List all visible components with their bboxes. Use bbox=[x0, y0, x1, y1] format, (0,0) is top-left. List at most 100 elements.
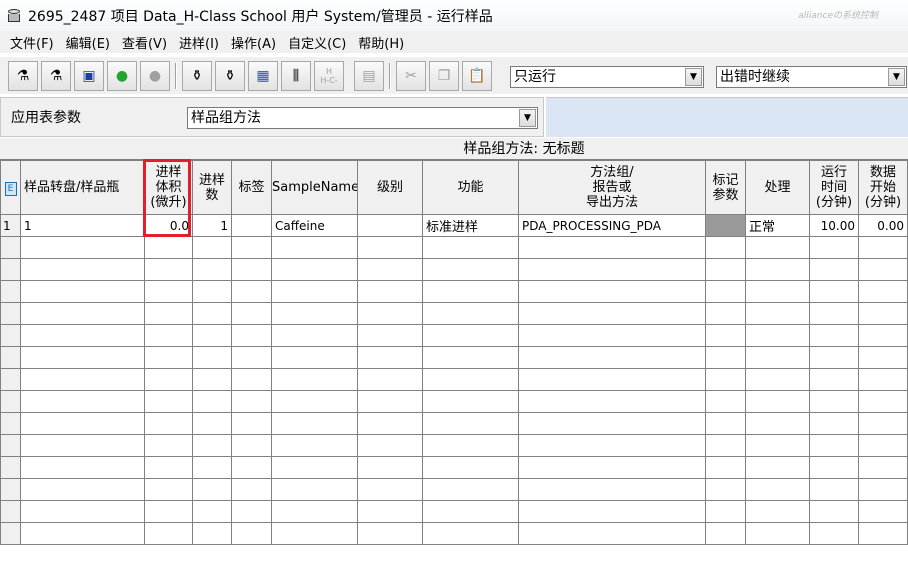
grid-cell[interactable] bbox=[422, 390, 519, 413]
grid-cell[interactable] bbox=[192, 346, 232, 369]
row-index[interactable] bbox=[0, 456, 21, 479]
grid-cell[interactable] bbox=[357, 346, 423, 369]
grid-cell[interactable] bbox=[20, 390, 145, 413]
table-row[interactable] bbox=[0, 302, 908, 325]
grid-cell[interactable] bbox=[422, 368, 519, 391]
menu-edit[interactable]: 编辑(E) bbox=[60, 33, 116, 52]
grid-cell[interactable] bbox=[192, 478, 232, 501]
grid-cell[interactable] bbox=[858, 500, 908, 523]
row-index[interactable] bbox=[0, 522, 21, 545]
grid-cell[interactable] bbox=[192, 522, 232, 545]
grid-cell[interactable] bbox=[809, 280, 859, 303]
grid-cell[interactable] bbox=[422, 324, 519, 347]
grid-cell[interactable] bbox=[745, 478, 810, 501]
grid-cell[interactable] bbox=[20, 346, 145, 369]
grid-cell[interactable] bbox=[271, 500, 358, 523]
grid-cell[interactable] bbox=[518, 500, 706, 523]
table-row[interactable] bbox=[0, 236, 908, 259]
grid-cell[interactable] bbox=[518, 390, 706, 413]
grid-cell[interactable] bbox=[357, 478, 423, 501]
grid-cell[interactable] bbox=[858, 522, 908, 545]
col-volume[interactable]: 进样 体积 (微升) bbox=[144, 160, 193, 215]
grid-cell[interactable] bbox=[858, 236, 908, 259]
grid-cell[interactable] bbox=[809, 390, 859, 413]
grid-cell[interactable] bbox=[518, 478, 706, 501]
grid-cell[interactable] bbox=[20, 258, 145, 281]
grid-cell[interactable] bbox=[745, 236, 810, 259]
cell-injections[interactable]: 1 bbox=[192, 214, 232, 237]
grid-cell[interactable] bbox=[192, 258, 232, 281]
col-run-time[interactable]: 运行 时间 (分钟) bbox=[809, 160, 859, 215]
grid-cell[interactable] bbox=[858, 280, 908, 303]
chevron-down-icon[interactable]: ▼ bbox=[685, 68, 702, 86]
vial-icon[interactable]: ⚱ bbox=[182, 61, 212, 91]
grid-cell[interactable] bbox=[357, 412, 423, 435]
start-icon[interactable]: ● bbox=[107, 61, 137, 91]
grid-cell[interactable] bbox=[858, 478, 908, 501]
grid-cell[interactable] bbox=[705, 236, 746, 259]
grid-cell[interactable] bbox=[809, 522, 859, 545]
menu-file[interactable]: 文件(F) bbox=[4, 33, 60, 52]
cell-sample-name[interactable]: Caffeine bbox=[271, 214, 358, 237]
run-mode-select[interactable]: 只运行 ▼ bbox=[510, 66, 704, 88]
grid-cell[interactable] bbox=[271, 302, 358, 325]
cell-label[interactable] bbox=[231, 214, 272, 237]
grid-cell[interactable] bbox=[858, 258, 908, 281]
grid-cell[interactable] bbox=[705, 478, 746, 501]
grid-cell[interactable] bbox=[518, 258, 706, 281]
cell-processing[interactable]: 正常 bbox=[745, 214, 810, 237]
grid-cell[interactable] bbox=[271, 280, 358, 303]
grid-cell[interactable] bbox=[20, 368, 145, 391]
grid-cell[interactable] bbox=[144, 258, 193, 281]
paste-icon[interactable]: 📋 bbox=[462, 61, 492, 91]
grid-cell[interactable] bbox=[231, 412, 272, 435]
grid-cell[interactable] bbox=[20, 280, 145, 303]
stop-icon[interactable]: ● bbox=[140, 61, 170, 91]
save-icon[interactable]: ▣ bbox=[74, 61, 104, 91]
grid-cell[interactable] bbox=[144, 456, 193, 479]
grid-cell[interactable] bbox=[271, 236, 358, 259]
grid-cell[interactable] bbox=[809, 368, 859, 391]
grid-cell[interactable] bbox=[518, 346, 706, 369]
grid-cell[interactable] bbox=[518, 280, 706, 303]
grid-cell[interactable] bbox=[20, 500, 145, 523]
grid-cell[interactable] bbox=[192, 390, 232, 413]
chevron-down-icon[interactable]: ▼ bbox=[519, 109, 536, 127]
grid-cell[interactable] bbox=[745, 522, 810, 545]
grid-cell[interactable] bbox=[809, 412, 859, 435]
run-samples-icon[interactable]: ⚗ bbox=[8, 61, 38, 91]
grid-cell[interactable] bbox=[858, 434, 908, 457]
menu-inject[interactable]: 进样(I) bbox=[173, 33, 225, 52]
col-sample-name[interactable]: SampleName bbox=[271, 160, 358, 215]
grid-cell[interactable] bbox=[20, 456, 145, 479]
grid-cell[interactable] bbox=[705, 456, 746, 479]
grid-cell[interactable] bbox=[705, 302, 746, 325]
cell-level[interactable] bbox=[357, 214, 423, 237]
method-select[interactable]: 样品组方法 ▼ bbox=[187, 107, 538, 129]
grid-cell[interactable] bbox=[231, 500, 272, 523]
grid-cell[interactable] bbox=[20, 236, 145, 259]
col-label[interactable]: 标签 bbox=[231, 160, 272, 215]
grid-cell[interactable] bbox=[705, 368, 746, 391]
table-row[interactable] bbox=[0, 412, 908, 435]
grid-cell[interactable] bbox=[809, 324, 859, 347]
table-row[interactable] bbox=[0, 390, 908, 413]
grid-cell[interactable] bbox=[705, 522, 746, 545]
grid-cell[interactable] bbox=[858, 412, 908, 435]
grid-cell[interactable] bbox=[518, 434, 706, 457]
grid-cell[interactable] bbox=[20, 522, 145, 545]
grid-cell[interactable] bbox=[192, 324, 232, 347]
col-mark-params[interactable]: 标记 参数 bbox=[705, 160, 746, 215]
grid-cell[interactable] bbox=[745, 412, 810, 435]
grid-cell[interactable] bbox=[144, 324, 193, 347]
grid-cell[interactable] bbox=[858, 456, 908, 479]
grid-cell[interactable] bbox=[20, 412, 145, 435]
grid-cell[interactable] bbox=[144, 236, 193, 259]
col-level[interactable]: 级别 bbox=[357, 160, 423, 215]
table-row[interactable] bbox=[0, 258, 908, 281]
row-index[interactable] bbox=[0, 236, 21, 259]
grid-cell[interactable] bbox=[271, 456, 358, 479]
grid-cell[interactable] bbox=[518, 368, 706, 391]
grid-cell[interactable] bbox=[144, 522, 193, 545]
grid-cell[interactable] bbox=[745, 280, 810, 303]
